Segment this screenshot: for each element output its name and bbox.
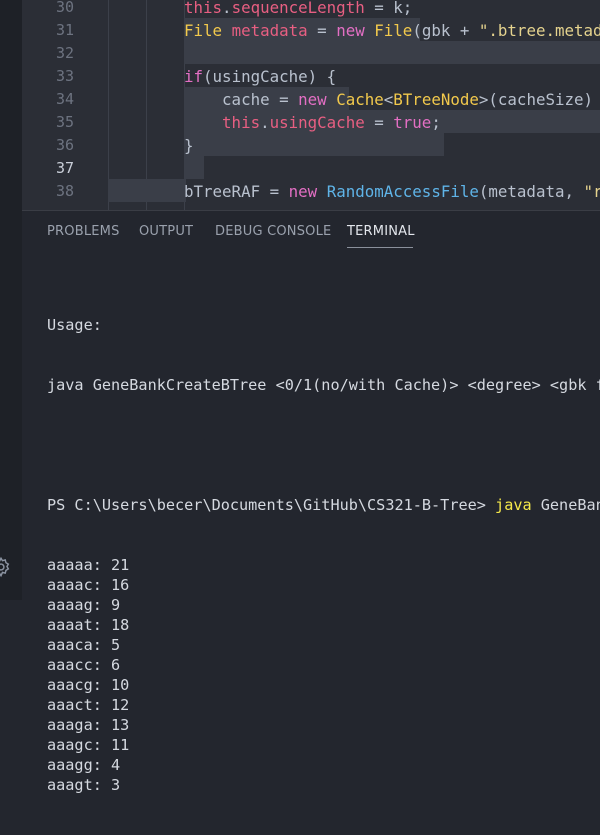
code-token: this	[184, 0, 222, 17]
code-line[interactable]: this.usingCache = true;	[184, 111, 441, 134]
terminal-prompt: PS C:\Users\becer\Documents\GitHub\CS321…	[47, 496, 495, 514]
code-token: .	[260, 113, 270, 132]
code-token	[317, 182, 327, 201]
code-token: File	[374, 21, 412, 40]
code-token: RandomAccessFile	[327, 182, 479, 201]
code-token: metadata	[232, 21, 308, 40]
code-token	[184, 113, 222, 132]
tab-problems[interactable]: PROBLEMS	[47, 224, 120, 239]
terminal-line: aaagc: 11	[47, 735, 600, 755]
terminal-output[interactable]: Usage: java GeneBankCreateBTree <0/1(no/…	[47, 275, 600, 835]
code-token: (usingCache) {	[203, 67, 336, 86]
terminal-command-args: GeneBank	[532, 496, 600, 514]
code-token: }	[184, 136, 194, 155]
code-token: <	[384, 90, 394, 109]
code-token: File	[184, 21, 222, 40]
code-token: .	[222, 0, 232, 17]
code-token: =	[365, 113, 394, 132]
terminal-line: aaaat: 18	[47, 615, 600, 635]
selection-highlight	[184, 133, 444, 156]
terminal-line: aaacg: 10	[47, 675, 600, 695]
terminal-blank-line	[47, 435, 600, 455]
code-token: =	[260, 182, 289, 201]
code-token: new	[289, 182, 318, 201]
selection-highlight	[108, 179, 186, 202]
code-token: (metadata,	[479, 182, 584, 201]
code-line[interactable]: if(usingCache) {	[184, 65, 336, 88]
terminal-line: aaaga: 13	[47, 715, 600, 735]
selection-highlight	[184, 156, 204, 179]
terminal-prompt-line: PS C:\Users\becer\Documents\GitHub\CS321…	[47, 495, 600, 515]
code-area[interactable]: this.sequenceLength = k;File metadata = …	[22, 0, 600, 210]
gear-icon[interactable]	[0, 556, 12, 578]
code-line[interactable]: }	[184, 134, 194, 157]
terminal-line: aaaac: 16	[47, 575, 600, 595]
code-token: "r	[584, 182, 600, 201]
activity-bar	[0, 0, 22, 600]
code-token: if	[184, 67, 203, 86]
code-token: =	[308, 21, 337, 40]
code-token: BTreeNode	[393, 90, 479, 109]
code-token: sequenceLength	[232, 0, 365, 17]
terminal-line: aaagt: 3	[47, 775, 600, 795]
code-line[interactable]: bTreeRAF = new RandomAccessFile(metadata…	[184, 180, 600, 203]
terminal-line: aaaca: 5	[47, 635, 600, 655]
code-token: new	[298, 90, 327, 109]
code-line[interactable]: cache = new Cache<BTreeNode>(cacheSize)	[184, 88, 593, 111]
active-tab-indicator	[347, 247, 413, 248]
terminal-output-list: aaaaa: 21aaaac: 16aaaag: 9aaaat: 18aaaca…	[47, 555, 600, 795]
code-token: bTreeRAF	[184, 182, 260, 201]
code-token	[365, 21, 375, 40]
code-token: ;	[431, 113, 441, 132]
panel-tabs: PROBLEMS OUTPUT DEBUG CONSOLE TERMINAL	[22, 211, 600, 255]
tab-debug-console[interactable]: DEBUG CONSOLE	[215, 224, 331, 239]
tab-output[interactable]: OUTPUT	[139, 224, 193, 239]
terminal-line: aaagg: 4	[47, 755, 600, 775]
code-token: true	[393, 113, 431, 132]
terminal-line: aaaag: 9	[47, 595, 600, 615]
terminal-line: aaaaa: 21	[47, 555, 600, 575]
code-token: (gbk +	[412, 21, 479, 40]
terminal-line: aaact: 12	[47, 695, 600, 715]
code-line[interactable]: File metadata = new File(gbk + ".btree.m…	[184, 19, 600, 42]
tab-terminal[interactable]: TERMINAL	[347, 224, 415, 239]
terminal-line: aaacc: 6	[47, 655, 600, 675]
code-token: = k;	[365, 0, 413, 17]
code-token: Cache	[336, 90, 384, 109]
code-token: this	[222, 113, 260, 132]
code-token	[222, 21, 232, 40]
code-editor[interactable]: 303132333435363738 this.sequenceLength =…	[22, 0, 600, 210]
code-token: >(cacheSize)	[479, 90, 593, 109]
terminal-line: Usage:	[47, 315, 600, 335]
code-token: new	[336, 21, 365, 40]
code-token: ".btree.metad	[479, 21, 600, 40]
code-token: cache =	[184, 90, 298, 109]
terminal-command: java	[495, 496, 532, 514]
code-token	[327, 90, 337, 109]
selection-highlight	[184, 41, 600, 64]
code-line[interactable]: this.sequenceLength = k;	[184, 0, 412, 19]
terminal-line: java GeneBankCreateBTree <0/1(no/with Ca…	[47, 375, 600, 395]
bottom-panel: PROBLEMS OUTPUT DEBUG CONSOLE TERMINAL U…	[22, 210, 600, 601]
code-token: usingCache	[270, 113, 365, 132]
